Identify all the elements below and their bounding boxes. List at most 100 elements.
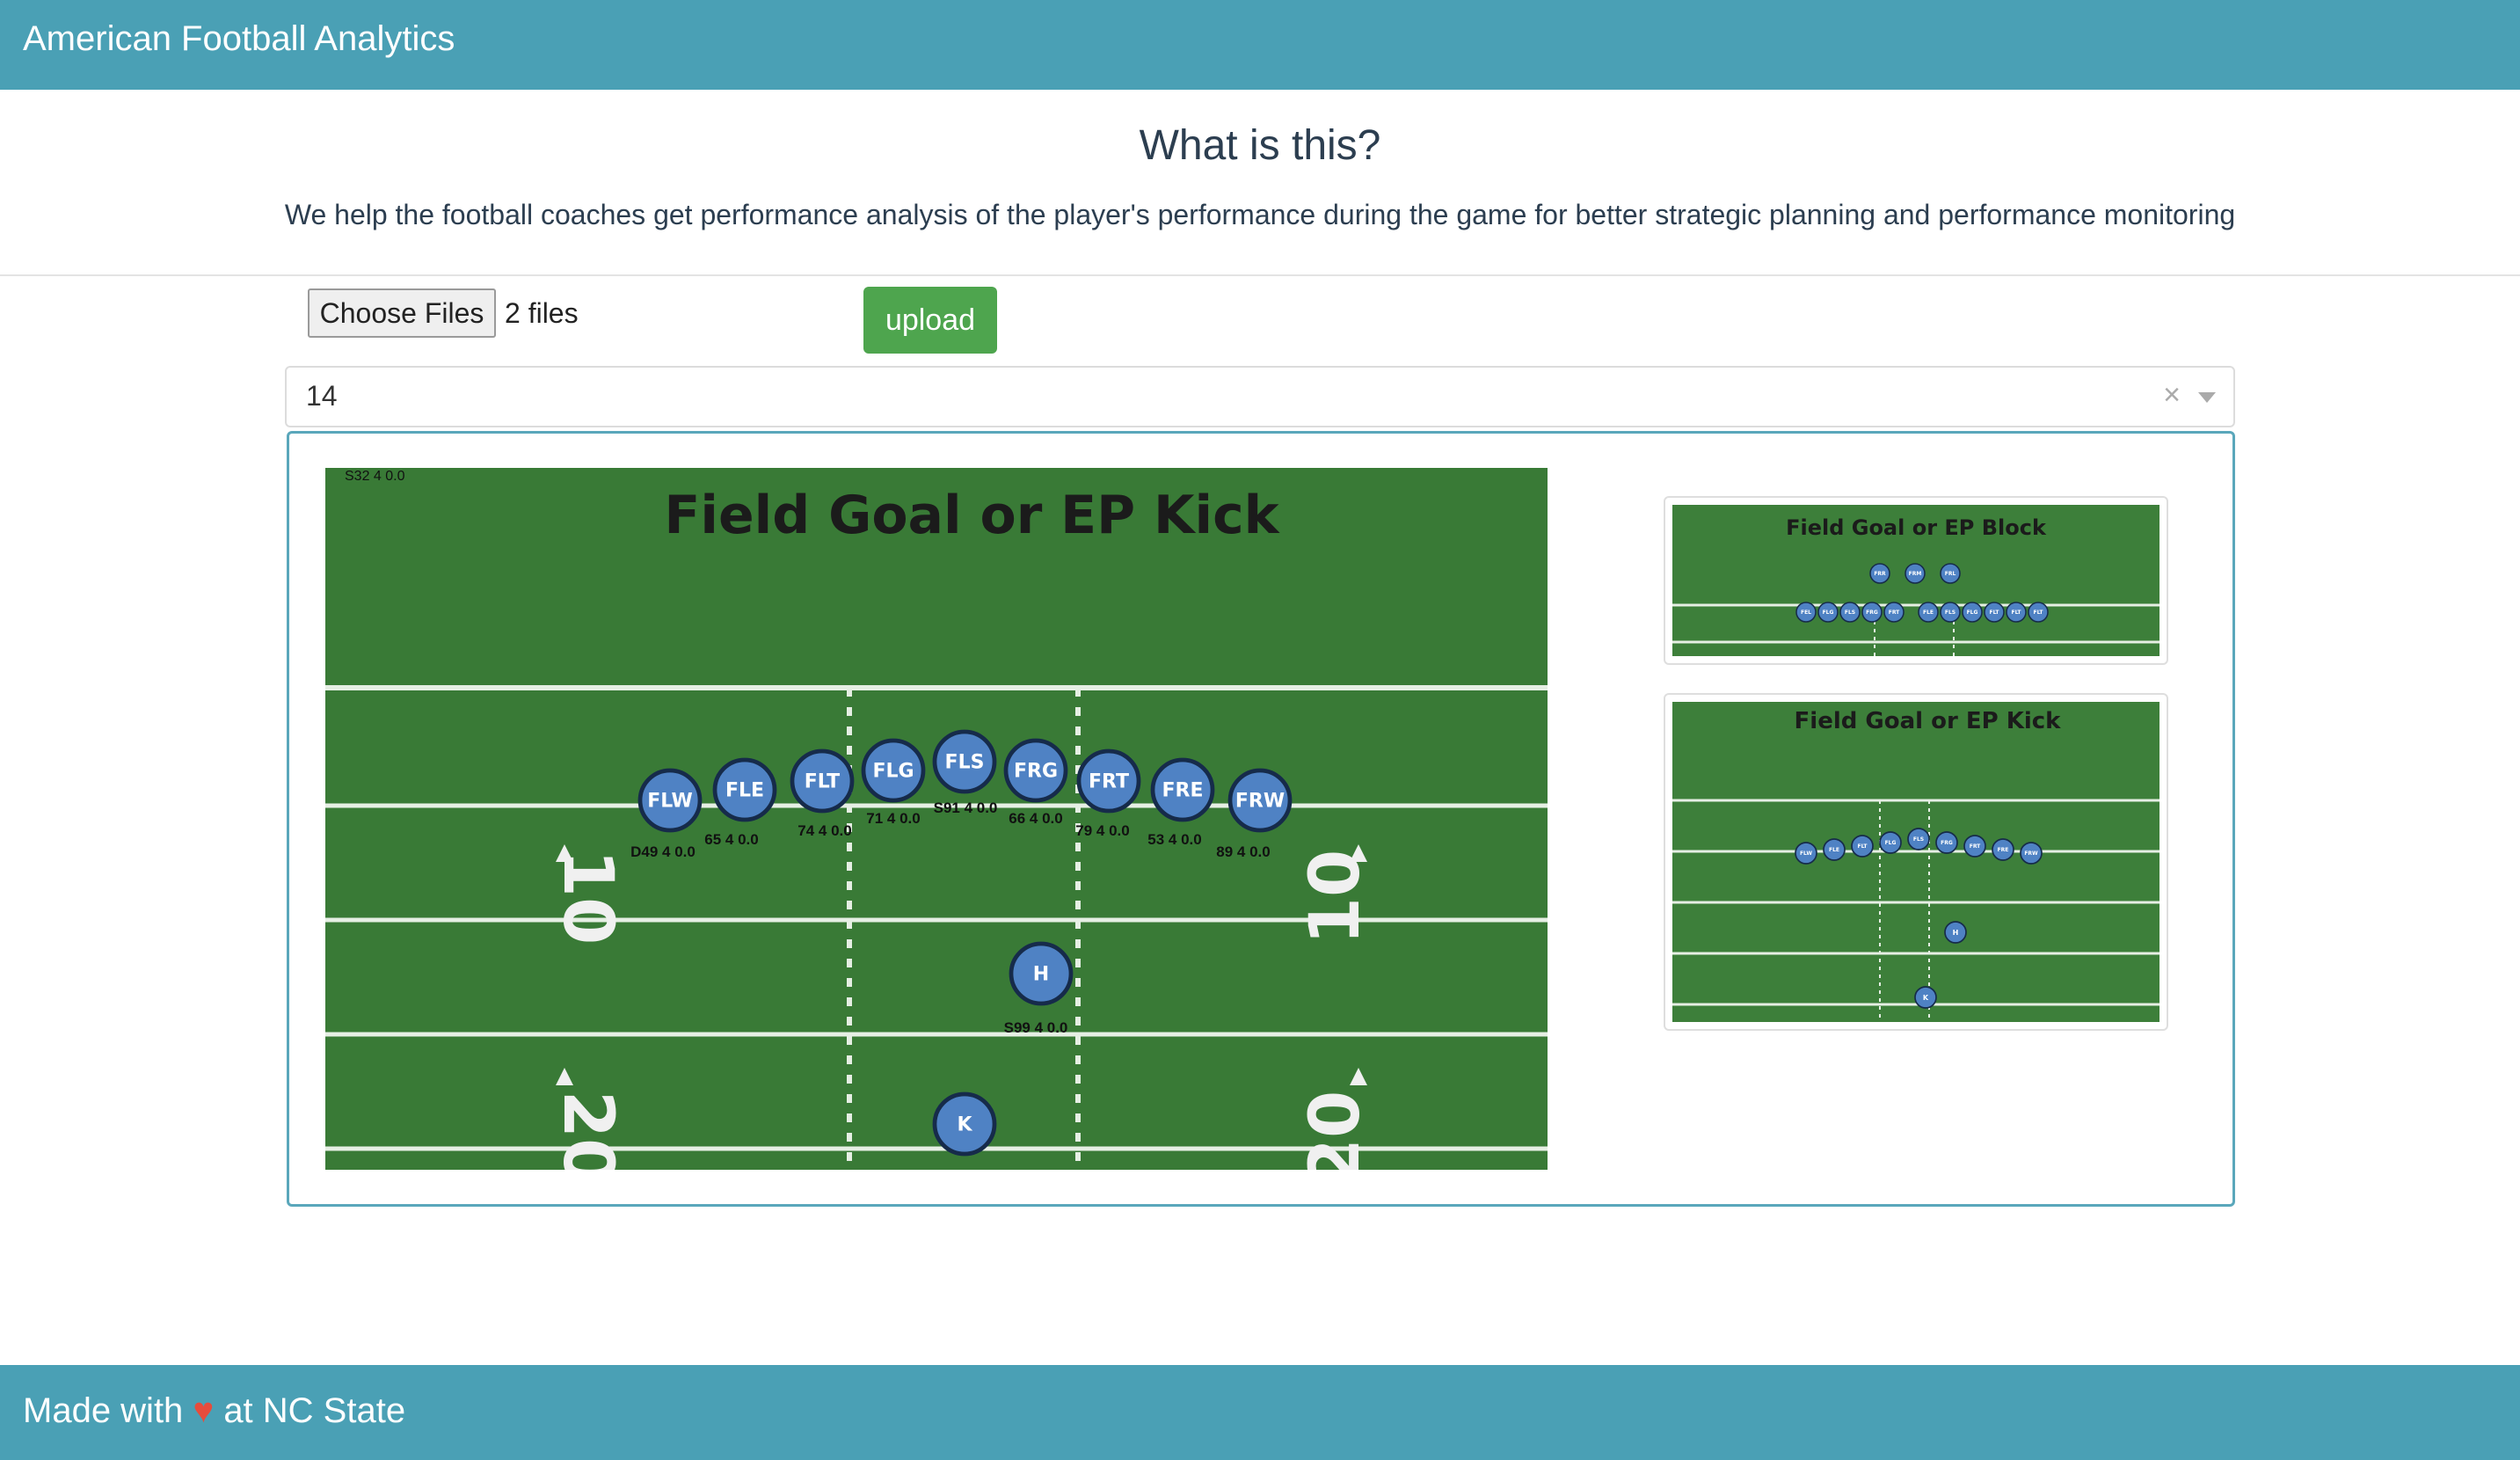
player-label: H bbox=[1953, 929, 1959, 937]
player-marker: FLE bbox=[712, 757, 777, 822]
player-label: FRT bbox=[1889, 610, 1900, 616]
top-navbar: American Football Analytics bbox=[0, 0, 2520, 90]
player-label: FLT bbox=[2011, 610, 2021, 616]
intro-description: We help the football coaches get perform… bbox=[284, 199, 2236, 230]
player-label: FLG bbox=[872, 761, 914, 783]
player-marker: FLT bbox=[790, 748, 855, 814]
player-label: H bbox=[1033, 964, 1049, 986]
file-count-label: 2 files bbox=[505, 297, 579, 329]
player-label: K bbox=[957, 1114, 972, 1136]
thumbnail-fg-block[interactable]: Field Goal or EP Block FRR FRM FRL FEL FLG FL… bbox=[1664, 496, 2168, 665]
player-marker: FRT bbox=[1076, 748, 1141, 814]
player-marker: FLT bbox=[1984, 602, 2005, 623]
player-marker: FLW bbox=[1795, 842, 1817, 865]
player-marker: FRT bbox=[1963, 835, 1986, 858]
main-formation-image: S32 4 0.0 Field Goal or EP Kick 10 10 20… bbox=[325, 468, 1548, 1170]
player-marker: FLS bbox=[932, 729, 997, 794]
player-label: FLT bbox=[1857, 843, 1868, 850]
player-label: FRT bbox=[1970, 843, 1981, 850]
player-marker: FLT bbox=[2006, 602, 2027, 623]
chevron-down-icon[interactable] bbox=[2198, 392, 2216, 403]
player-stat: 66 4 0.0 bbox=[1009, 810, 1062, 827]
svg-text:10: 10 bbox=[548, 850, 627, 945]
yard-number-left-20: 20 bbox=[548, 1091, 627, 1170]
player-label: K bbox=[1923, 994, 1929, 1002]
player-label: FLG bbox=[1967, 610, 1978, 616]
field-background bbox=[1672, 702, 2159, 1022]
svg-text:20: 20 bbox=[548, 1091, 627, 1170]
footer-text: Made with ♥ at NC State bbox=[23, 1391, 405, 1431]
player-label: FRR bbox=[1874, 571, 1886, 577]
player-label: FRG bbox=[1866, 610, 1878, 616]
player-marker: H bbox=[1009, 941, 1074, 1006]
player-marker: FLS bbox=[1839, 602, 1861, 623]
heart-icon: ♥ bbox=[193, 1391, 215, 1430]
footer-text-post: at NC State bbox=[223, 1391, 406, 1430]
player-stat: 74 4 0.0 bbox=[798, 822, 851, 839]
yard-number-right-10: 10 bbox=[1296, 850, 1375, 945]
thumbnail-title: Field Goal or EP Block bbox=[1786, 515, 2047, 540]
clear-icon[interactable]: × bbox=[2163, 378, 2181, 412]
player-marker: FLG bbox=[1962, 602, 1983, 623]
player-marker: FRR bbox=[1869, 563, 1890, 584]
svg-text:10: 10 bbox=[1296, 850, 1375, 945]
player-label: FRG bbox=[1014, 761, 1058, 783]
choose-files-button[interactable]: Choose Files bbox=[308, 288, 496, 338]
player-label: FLT bbox=[805, 771, 840, 793]
field-texture bbox=[325, 468, 1548, 1170]
upload-button[interactable]: upload bbox=[863, 287, 997, 354]
player-label: FRW bbox=[2024, 850, 2038, 857]
player-label: FRW bbox=[1235, 791, 1285, 813]
player-label: FLS bbox=[1845, 610, 1855, 616]
thumbnail-fg-kick[interactable]: Field Goal or EP Kick FLW FLE FLT FLG FLS FRG… bbox=[1664, 693, 2168, 1031]
intro-section: What is this? We help the football coach… bbox=[0, 90, 2520, 276]
player-label: FRG bbox=[1941, 840, 1953, 846]
intro-title: What is this? bbox=[1139, 122, 1381, 169]
brand-title[interactable]: American Football Analytics bbox=[23, 19, 455, 59]
footer-text-pre: Made with bbox=[23, 1391, 184, 1430]
player-label: FLG bbox=[1823, 610, 1834, 616]
yard-number-right-20: 20 bbox=[1296, 1091, 1375, 1170]
thumbnail-fg-kick-image: Field Goal or EP Kick FLW FLE FLT FLG FLS FRG… bbox=[1672, 702, 2159, 1022]
player-stat: S91 4 0.0 bbox=[934, 799, 998, 816]
player-label: FLT bbox=[2033, 610, 2043, 616]
play-select[interactable]: 14 × bbox=[285, 366, 2235, 427]
player-marker: FRG bbox=[1935, 831, 1958, 854]
yard-number-left-10: 10 bbox=[548, 850, 627, 945]
player-label: FRE bbox=[1998, 847, 2009, 853]
thumbnail-title: Field Goal or EP Kick bbox=[1795, 708, 2062, 734]
player-marker: FLE bbox=[1823, 838, 1846, 861]
player-stat: 71 4 0.0 bbox=[866, 810, 920, 827]
player-label: FRM bbox=[1909, 571, 1922, 577]
player-marker: FRT bbox=[1883, 602, 1905, 623]
player-label: FLE bbox=[1923, 610, 1934, 616]
player-label: FLS bbox=[945, 752, 985, 774]
player-stat: 53 4 0.0 bbox=[1147, 831, 1201, 848]
player-marker: FRE bbox=[1150, 757, 1215, 822]
player-label: FLE bbox=[1829, 847, 1839, 853]
player-marker: FLS bbox=[1940, 602, 1961, 623]
player-label: FRE bbox=[1162, 780, 1204, 802]
player-marker: FRG bbox=[1861, 602, 1883, 623]
player-marker: FLG bbox=[1817, 602, 1839, 623]
player-label: FLT bbox=[1989, 610, 1999, 616]
player-label: FLS bbox=[1945, 610, 1956, 616]
player-label: FRL bbox=[1945, 571, 1956, 577]
player-marker: FRG bbox=[1003, 738, 1068, 803]
player-marker: K bbox=[932, 1091, 997, 1157]
player-marker: FLS bbox=[1907, 828, 1930, 850]
player-marker: FEL bbox=[1795, 602, 1817, 623]
player-marker: H bbox=[1944, 921, 1967, 944]
play-select-value: 14 bbox=[306, 380, 338, 412]
player-stat: D49 4 0.0 bbox=[630, 843, 696, 860]
player-label: FLW bbox=[1800, 850, 1812, 857]
player-label: FLW bbox=[647, 791, 693, 813]
player-marker: FRW bbox=[2020, 842, 2043, 865]
player-stat: 89 4 0.0 bbox=[1216, 843, 1270, 860]
player-marker: FRW bbox=[1227, 768, 1293, 833]
corner-label: S32 4 0.0 bbox=[345, 469, 405, 484]
player-stat: 65 4 0.0 bbox=[704, 831, 758, 848]
player-label: FRT bbox=[1089, 771, 1129, 793]
player-marker: FLW bbox=[637, 768, 703, 833]
player-marker: FLE bbox=[1918, 602, 1939, 623]
